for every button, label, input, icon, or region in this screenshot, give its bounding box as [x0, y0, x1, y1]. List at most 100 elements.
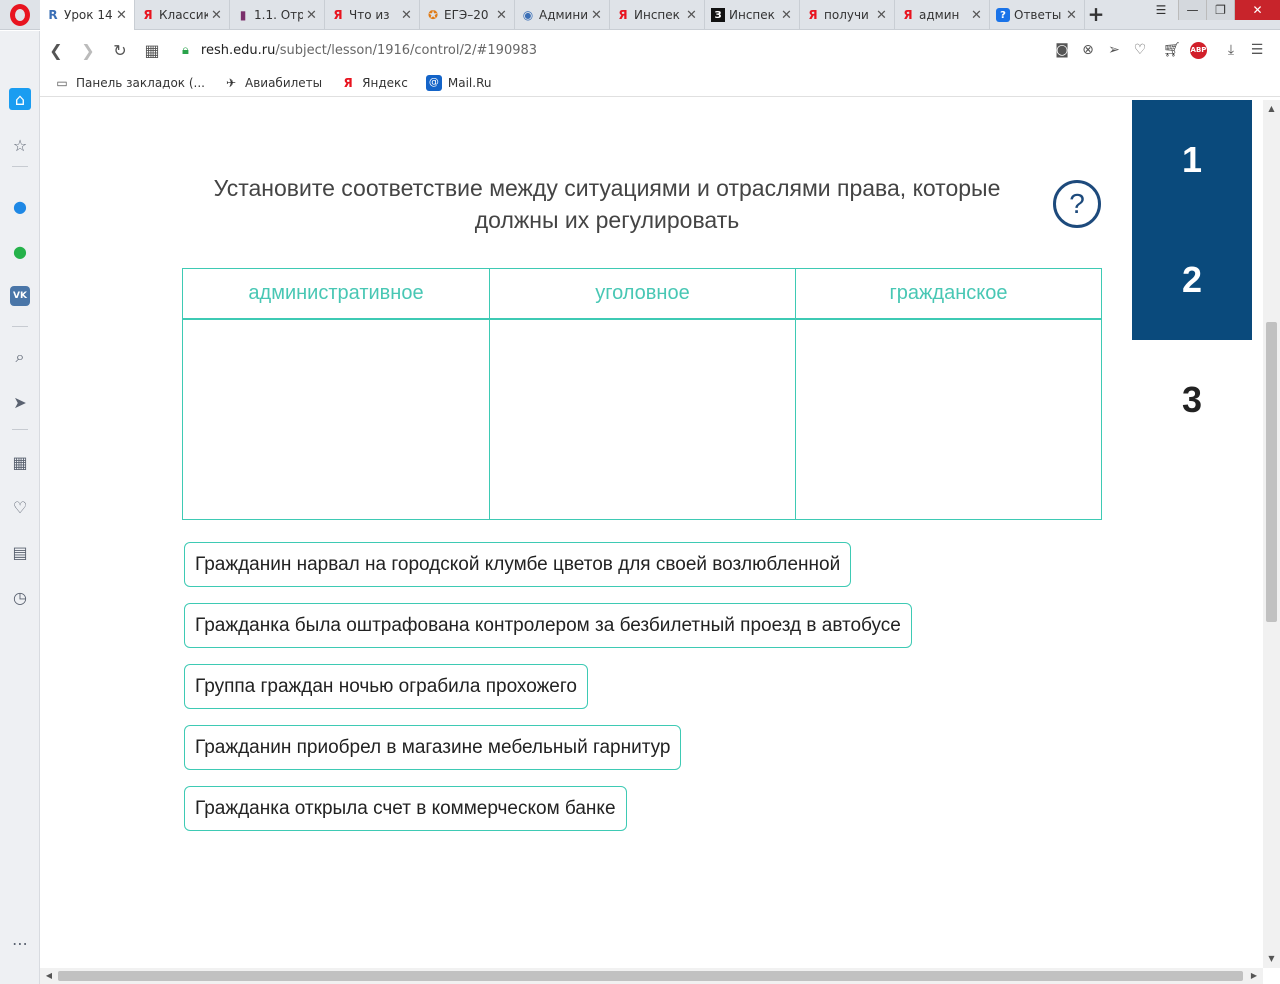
tab-strip: R Урок 14 ✕ Я Классик ✕ ▮ 1.1. Отр ✕ Я Что из ✕ … [0, 0, 1280, 30]
scroll-right-arrow-icon[interactable]: ▶ [1247, 968, 1261, 984]
tab-2[interactable]: ▮ 1.1. Отр ✕ [230, 0, 325, 30]
more-options-icon[interactable]: ⋯ [8, 931, 32, 955]
bookmark-label: Яндекс [362, 75, 408, 90]
whatsapp-icon[interactable]: ● [8, 239, 32, 263]
situation-card[interactable]: Группа граждан ночью ограбила прохожего [184, 664, 588, 709]
shopping-cart-icon[interactable]: 🛒︎ [1159, 42, 1185, 58]
tab-menu-icon[interactable]: ☰ [1150, 0, 1172, 20]
tab-close-icon[interactable]: ✕ [401, 8, 413, 23]
sidebar-divider [12, 429, 28, 430]
tab-10[interactable]: ? Ответы ✕ [990, 0, 1085, 30]
horizontal-scrollbar[interactable]: ◀ ▶ [40, 968, 1263, 984]
tabs-grid-button[interactable]: ▦ [136, 31, 168, 69]
abp-extension-icon[interactable]: ABP [1190, 41, 1207, 59]
question-nav-item-3[interactable]: 3 [1132, 340, 1252, 460]
tab-close-icon[interactable]: ✕ [686, 8, 698, 23]
drop-zone-criminal[interactable] [490, 320, 796, 519]
tab-1[interactable]: Я Классик ✕ [135, 0, 230, 30]
send-page-icon[interactable]: ➢ [1101, 42, 1127, 58]
tab-close-icon[interactable]: ✕ [496, 8, 508, 23]
column-header-criminal: уголовное [490, 269, 796, 320]
tab-favicon: З [711, 8, 725, 22]
vertical-scrollbar[interactable]: ▲ ▼ [1263, 100, 1280, 968]
history-clock-icon[interactable]: ◷ [8, 585, 32, 609]
bookmark-yandex[interactable]: Я Яндекс [340, 75, 408, 91]
tab-close-icon[interactable]: ✕ [116, 8, 128, 23]
reload-button[interactable]: ↻ [104, 31, 136, 69]
tab-7[interactable]: З Инспек ✕ [705, 0, 800, 30]
tab-close-icon[interactable]: ✕ [781, 8, 793, 23]
tab-8[interactable]: Яполучи ✕ [800, 0, 895, 30]
extensions-grid-icon[interactable]: ▦ [8, 450, 32, 474]
downloads-icon[interactable]: ⤓ [1218, 42, 1244, 58]
opera-menu-button[interactable] [0, 0, 40, 30]
adblock-shield-icon[interactable]: ⊗ [1075, 42, 1101, 58]
question-nav-item-2[interactable]: 2 [1132, 220, 1252, 340]
sidebar-divider [12, 326, 28, 327]
tab-favicon: Я [808, 8, 818, 22]
speed-dial-icon[interactable]: ⌂ [9, 88, 31, 110]
sidebar-divider [12, 166, 28, 167]
tab-title: ЕГЭ–20 [444, 8, 489, 22]
scroll-down-arrow-icon[interactable]: ▼ [1263, 952, 1280, 966]
column-header-civil: гражданское [796, 269, 1101, 320]
situation-card[interactable]: Гражданин нарвал на городской клумбе цве… [184, 542, 852, 587]
back-button[interactable]: ❮ [40, 31, 72, 69]
tab-close-icon[interactable]: ✕ [591, 8, 603, 23]
bookmarks-star-icon[interactable]: ☆ [8, 133, 32, 157]
tab-close-icon[interactable]: ✕ [876, 8, 888, 23]
bookmark-avia[interactable]: ✈ Авиабилеты [223, 75, 322, 91]
tab-close-icon[interactable]: ✕ [306, 8, 318, 23]
tab-4[interactable]: ✪ ЕГЭ–20 ✕ [420, 0, 515, 30]
tab-close-icon[interactable]: ✕ [211, 8, 223, 23]
situation-card[interactable]: Гражданка была оштрафована контролером з… [184, 603, 912, 648]
tab-title: Классик [159, 8, 208, 22]
tab-close-icon[interactable]: ✕ [971, 8, 983, 23]
url-path: /subject/lesson/1916/control/2/#190983 [275, 42, 538, 58]
tab-3[interactable]: Я Что из ✕ [325, 0, 420, 30]
minimize-button[interactable]: — [1178, 0, 1206, 20]
tab-5[interactable]: ◉ Админи ✕ [515, 0, 610, 30]
tab-favicon: ? [996, 8, 1010, 22]
scroll-up-arrow-icon[interactable]: ▲ [1263, 102, 1280, 116]
easy-setup-icon[interactable]: ☰ [1244, 42, 1270, 58]
tab-title: получи [824, 8, 869, 22]
messenger-icon[interactable]: ● [8, 194, 32, 218]
news-icon[interactable]: ▤ [8, 540, 32, 564]
situation-card[interactable]: Гражданка открыла счет в коммерческом ба… [184, 786, 627, 831]
favorites-heart-icon[interactable]: ♡ [8, 495, 32, 519]
close-window-button[interactable]: ✕ [1234, 0, 1280, 20]
new-tab-button[interactable]: + [1085, 4, 1107, 26]
tab-9[interactable]: Яадмин ✕ [895, 0, 990, 30]
url-field[interactable]: resh.edu.ru/subject/lesson/1916/control/… [201, 43, 537, 58]
drop-zone-civil[interactable] [796, 320, 1101, 519]
address-bar: ❮ ❯ ↻ ▦ 🔒︎ resh.edu.ru/subject/lesson/19… [40, 31, 1280, 69]
vertical-scroll-thumb[interactable] [1266, 322, 1277, 622]
help-button[interactable]: ? [1053, 180, 1101, 228]
maximize-button[interactable]: ❐ [1206, 0, 1234, 20]
drop-zone-administrative[interactable] [183, 320, 490, 519]
bookmark-heart-icon[interactable]: ♡ [1127, 42, 1153, 58]
bookmark-mailru[interactable]: @ Mail.Ru [425, 74, 492, 91]
question-nav-item-1[interactable]: 1 [1132, 100, 1252, 220]
bookmark-label: Авиабилеты [245, 75, 323, 90]
toolbar-right: ◙ ⊗ ➢ ♡ 🛒︎ ABP ⤓ ☰ [1049, 31, 1270, 69]
tab-title: Ответы [1014, 8, 1062, 22]
scroll-left-arrow-icon[interactable]: ◀ [42, 968, 56, 984]
lock-icon[interactable]: 🔒︎ [182, 43, 189, 58]
vk-icon[interactable]: VK [10, 286, 30, 306]
situation-card[interactable]: Гражданин приобрел в магазине мебельный … [184, 725, 682, 770]
tab-close-icon[interactable]: ✕ [1066, 8, 1078, 23]
search-icon[interactable]: ⌕ [8, 345, 32, 369]
tab-favicon: Я [143, 8, 153, 22]
snapshot-camera-icon[interactable]: ◙ [1049, 42, 1075, 58]
bookmark-panel[interactable]: ▭ Панель закладок (... [54, 75, 205, 91]
bookmark-label: Mail.Ru [447, 75, 492, 90]
tab-title: 1.1. Отр [254, 8, 303, 22]
horizontal-scroll-thumb[interactable] [58, 971, 1243, 981]
tab-0[interactable]: R Урок 14 ✕ [40, 0, 135, 30]
forward-button[interactable]: ❯ [72, 31, 104, 69]
plane-icon: ✈ [225, 75, 237, 90]
tab-6[interactable]: Я Инспек ✕ [610, 0, 705, 30]
send-icon[interactable]: ➤ [8, 390, 32, 414]
